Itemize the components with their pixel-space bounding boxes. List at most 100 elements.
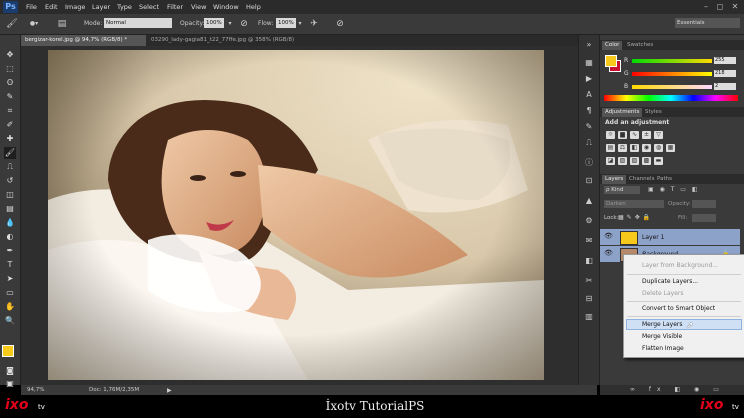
canvas-photo[interactable] xyxy=(48,50,544,380)
mode-select[interactable]: Normal xyxy=(104,18,172,28)
minimize-icon[interactable]: – xyxy=(700,1,712,12)
hue-saturation-icon[interactable]: ▤ xyxy=(606,144,615,152)
channel-g-value[interactable]: 218 xyxy=(714,70,736,77)
pressure-opacity-icon[interactable]: ⊘ xyxy=(238,18,250,30)
layer1-visibility-eye-icon[interactable]: 👁 xyxy=(604,232,613,240)
color-balance-icon[interactable]: ⚖ xyxy=(618,144,627,152)
menu-edit[interactable]: Edit xyxy=(45,3,58,11)
properties-panel-icon[interactable]: ⊟ xyxy=(583,293,595,304)
ctx-delete-layers[interactable]: Delete Layers xyxy=(642,290,683,297)
posterize-icon[interactable]: ▧ xyxy=(618,157,627,165)
background-visibility-eye-icon[interactable]: 👁 xyxy=(604,249,613,257)
invert-icon[interactable]: ◪ xyxy=(606,157,615,165)
info-panel-icon[interactable]: ⓘ xyxy=(583,157,595,168)
channel-mixer-icon[interactable]: ◍ xyxy=(654,144,663,152)
threshold-icon[interactable]: ▨ xyxy=(630,157,639,165)
channel-r-slider[interactable] xyxy=(632,59,712,63)
notes-panel-icon[interactable]: ✉ xyxy=(583,235,595,246)
screen-mode-icon[interactable]: ▣ xyxy=(4,378,16,390)
channel-b-value[interactable]: 2 xyxy=(714,83,736,90)
gradient-tool-icon[interactable]: ▤ xyxy=(4,203,16,215)
status-menu-arrow-icon[interactable]: ▶ xyxy=(167,387,172,394)
maximize-icon[interactable]: ◻ xyxy=(714,1,726,12)
ctx-merge-visible[interactable]: Merge Visible xyxy=(642,333,682,340)
brightness-contrast-icon[interactable]: ☼ xyxy=(606,131,615,139)
character-panel-icon[interactable]: A xyxy=(583,89,595,100)
airbrush-icon[interactable]: ✈ xyxy=(308,18,320,30)
lasso-tool-icon[interactable]: ʘ xyxy=(4,77,16,89)
zoom-level[interactable]: 94,7% xyxy=(27,387,44,393)
lock-icons[interactable]: ▦✎✥🔒 xyxy=(618,214,653,221)
flow-dropdown-icon[interactable]: ▾ xyxy=(294,18,306,30)
foreground-color-swatch[interactable] xyxy=(2,345,14,357)
menu-select[interactable]: Select xyxy=(139,3,159,11)
brush-preset-icon[interactable]: 🖌 xyxy=(6,18,18,30)
histogram-panel-icon[interactable]: ▲ xyxy=(583,195,595,206)
layer-fill-input[interactable] xyxy=(692,214,716,222)
tab-channels[interactable]: Channels xyxy=(626,175,657,184)
brush-size-picker-icon[interactable]: ●▾ xyxy=(28,18,40,30)
tab-swatches[interactable]: Swatches xyxy=(624,41,656,50)
gradient-map-icon[interactable]: ▬ xyxy=(654,157,663,165)
color-spectrum-bar[interactable] xyxy=(604,95,738,101)
menu-image[interactable]: Image xyxy=(65,3,85,11)
menu-filter[interactable]: Filter xyxy=(167,3,183,11)
history-panel-icon[interactable]: ▦ xyxy=(583,57,595,68)
tab-layers[interactable]: Layers xyxy=(602,175,627,184)
ctx-duplicate-layers[interactable]: Duplicate Layers... xyxy=(642,278,698,285)
photo-filter-icon[interactable]: ◉ xyxy=(642,144,651,152)
blur-tool-icon[interactable]: 💧 xyxy=(4,217,16,229)
healing-brush-icon[interactable]: ✚ xyxy=(4,133,16,145)
menu-help[interactable]: Help xyxy=(246,3,261,11)
layer-filter-icons[interactable]: ▣ ◉ T ▭ ◧ xyxy=(648,186,700,193)
layer1-name[interactable]: Layer 1 xyxy=(642,234,664,241)
hand-tool-icon[interactable]: ✋ xyxy=(4,301,16,313)
pen-tool-icon[interactable]: ✒ xyxy=(4,245,16,257)
menu-file[interactable]: File xyxy=(26,3,37,11)
brush-panel-icon[interactable]: ▤ xyxy=(56,18,68,30)
tools-panel-icon[interactable]: ✂ xyxy=(583,275,595,286)
tab-styles[interactable]: Styles xyxy=(642,108,665,117)
brush-panel-dock-icon[interactable]: ✎ xyxy=(583,121,595,132)
color-lookup-icon[interactable]: ▦ xyxy=(666,144,675,152)
dodge-tool-icon[interactable]: ◐ xyxy=(4,231,16,243)
opacity-input[interactable]: 100% xyxy=(204,18,224,28)
brush-tool-icon[interactable]: 🖌 xyxy=(4,147,16,159)
menu-view[interactable]: View xyxy=(191,3,206,11)
history-brush-icon[interactable]: ↺ xyxy=(4,175,16,187)
workspace-select[interactable]: Essentials xyxy=(675,18,740,28)
color-foreground-swatch[interactable] xyxy=(605,55,617,67)
eyedropper-tool-icon[interactable]: ✐ xyxy=(4,119,16,131)
quick-mask-icon[interactable]: ◙ xyxy=(4,365,16,377)
navigator-panel-icon[interactable]: ⊡ xyxy=(583,175,595,186)
curves-icon[interactable]: ∿ xyxy=(630,131,639,139)
menu-type[interactable]: Type xyxy=(117,3,132,11)
layer-comps-icon[interactable]: ◧ xyxy=(583,255,595,266)
menu-layer[interactable]: Layer xyxy=(92,3,110,11)
zoom-tool-icon[interactable]: 🔍 xyxy=(4,315,16,327)
crop-tool-icon[interactable]: ⌗ xyxy=(4,105,16,117)
blend-mode-select[interactable]: Darken xyxy=(604,200,664,208)
ctx-merge-layers[interactable]: Merge Layers xyxy=(642,321,683,328)
clone-stamp-icon[interactable]: ⎍ xyxy=(4,161,16,173)
actions-panel-icon[interactable]: ▶ xyxy=(583,73,595,84)
levels-icon[interactable]: ▆ xyxy=(618,131,627,139)
tab-color[interactable]: Color xyxy=(602,41,623,50)
selective-color-icon[interactable]: ▩ xyxy=(642,157,651,165)
layer-row-layer1[interactable]: 👁 Layer 1 xyxy=(600,229,740,245)
move-tool-icon[interactable]: ✥ xyxy=(4,49,16,61)
tab-document-active[interactable]: bergizar-korel.jpg @ 94,7% (RGB/8) * xyxy=(21,35,146,46)
close-icon[interactable]: ✕ xyxy=(729,1,741,12)
quick-select-tool-icon[interactable]: ✎ xyxy=(4,91,16,103)
marquee-tool-icon[interactable]: ⬚ xyxy=(4,63,16,75)
path-select-icon[interactable]: ➤ xyxy=(4,273,16,285)
dock-collapse-icon[interactable]: » xyxy=(583,39,595,50)
timeline-panel-icon[interactable]: ▥ xyxy=(583,311,595,322)
flow-input[interactable]: 100% xyxy=(276,18,296,28)
tab-document-second[interactable]: 03290_lady-gagia81_t22_77ffe.jpg @ 358% … xyxy=(147,35,327,46)
eraser-tool-icon[interactable]: ◫ xyxy=(4,189,16,201)
type-tool-icon[interactable]: T xyxy=(4,259,16,271)
opacity-dropdown-icon[interactable]: ▾ xyxy=(224,18,236,30)
ctx-convert-smart-object[interactable]: Convert to Smart Object xyxy=(642,305,715,312)
channel-r-value[interactable]: 255 xyxy=(714,57,736,64)
